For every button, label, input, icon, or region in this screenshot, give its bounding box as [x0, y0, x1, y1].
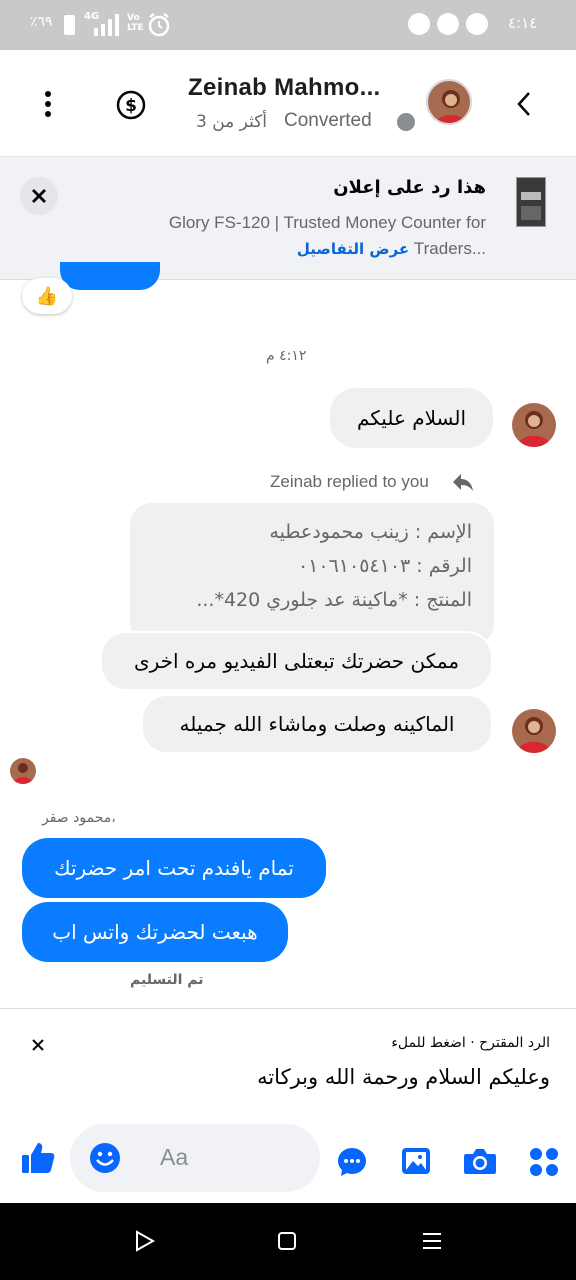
sender-name: محمود صقر، [42, 810, 116, 826]
message-text: تمام يافندم تحت امر حضرتك [54, 856, 294, 880]
ad-reply-title: هذا رد على إعلان [333, 177, 486, 198]
message-bubble[interactable]: الماكينه وصلت وماشاء الله جميله [141, 694, 493, 754]
input-placeholder: Aa [160, 1144, 189, 1170]
sender-avatar[interactable] [512, 403, 556, 447]
svg-text:$: $ [125, 96, 137, 116]
message-timestamp: ٤:١٢ م [266, 348, 307, 364]
nav-home-button[interactable] [277, 1231, 297, 1251]
contact-avatar[interactable] [426, 79, 472, 125]
more-actions-button[interactable] [528, 1146, 560, 1178]
suggestion-text[interactable]: وعليكم السلام ورحمة الله وبركاته [257, 1065, 550, 1089]
message-text: السلام عليكم [356, 406, 467, 430]
chevron-left-icon [517, 92, 530, 116]
message-composer: Aa [0, 1108, 576, 1203]
system-navigation-bar [0, 1203, 576, 1280]
status-bar: ٪٦٩ 4G Vo LTE ٤:١٤ [0, 0, 576, 50]
close-banner-button[interactable] [20, 177, 58, 215]
status-dot [397, 113, 415, 131]
suggestion-label: الرد المقترح · اضغط للملء [391, 1035, 550, 1051]
messenger-notification-icon [408, 13, 430, 35]
thumbs-up-icon [22, 1143, 55, 1173]
more-options-button[interactable] [36, 90, 60, 118]
close-icon [32, 1039, 44, 1051]
play-icon [136, 1230, 156, 1252]
ad-thumbnail[interactable] [516, 177, 546, 227]
volte-indicator: Vo LTE [127, 13, 144, 33]
message-bubble[interactable]: السلام عليكم [330, 388, 493, 448]
reply-arrow-icon [453, 474, 473, 491]
message-text: هبعت لحضرتك واتس اب [52, 920, 258, 944]
read-receipt-avatar [10, 758, 36, 784]
suggested-reply[interactable]: الرد المقترح · اضغط للملء وعليكم السلام … [0, 1008, 576, 1108]
conversation-header: $ Zeinab Mahmo... أكثر من 3 Converted [0, 50, 576, 156]
previous-message-bubble[interactable] [60, 262, 160, 290]
emoji-button[interactable] [89, 1142, 121, 1174]
view-details-link[interactable]: عرض التفاصيل [297, 240, 409, 258]
more-vertical-icon [45, 91, 51, 117]
sender-avatar[interactable] [512, 709, 556, 753]
close-icon [32, 189, 46, 203]
quote-line: الإسم : زينب محمودعطيه [269, 521, 472, 543]
label-status: Converted [284, 110, 372, 131]
ad-product-title: Glory FS-120 | Trusted Money Counter for [168, 213, 486, 232]
battery-percent: ٪٦٩ [30, 14, 53, 30]
quote-line: الرقم : ٠١٠٦١٠٥٤١٠٣ [297, 555, 472, 577]
nav-recents-button[interactable] [422, 1231, 442, 1251]
camera-button[interactable] [462, 1146, 498, 1176]
contact-name[interactable]: Zeinab Mahmo... [188, 74, 381, 102]
dismiss-suggestion-button[interactable] [30, 1037, 46, 1053]
message-text: ممكن حضرتك تبعتلى الفيديو مره اخرى [133, 649, 460, 673]
message-text: الماكينه وصلت وماشاء الله جميله [179, 712, 455, 736]
payment-button[interactable]: $ [116, 90, 146, 120]
ad-product-title-end: Traders... [413, 239, 486, 258]
back-button[interactable] [512, 90, 536, 118]
quoted-message[interactable]: الإسم : زينب محمودعطيه الرقم : ٠١٠٦١٠٥٤١… [130, 503, 494, 645]
alarm-icon [148, 13, 170, 37]
clock: ٤:١٤ [508, 14, 538, 32]
quote-line: المنتج : *ماكينة عد جلوري 420*... [196, 589, 472, 611]
outgoing-message-bubble[interactable]: تمام يافندم تحت امر حضرتك [22, 838, 326, 898]
smiley-icon [90, 1143, 120, 1173]
thumbs-up-reaction: 👍 [35, 285, 59, 307]
dollar-circle-icon: $ [116, 90, 146, 120]
gallery-button[interactable] [400, 1146, 432, 1176]
label-count: أكثر من 3 [196, 112, 268, 132]
ad-product-title-cont: عرض التفاصيل Traders... [297, 239, 486, 259]
camera-icon [464, 1149, 496, 1174]
like-button[interactable] [20, 1140, 56, 1176]
message-bubble[interactable]: ممكن حضرتك تبعتلى الفيديو مره اخرى [100, 631, 493, 691]
chat-options-button[interactable] [336, 1146, 368, 1178]
image-icon [402, 1148, 430, 1174]
outgoing-message-bubble[interactable]: هبعت لحضرتك واتس اب [22, 902, 288, 962]
signal-icon [94, 14, 119, 36]
chat-bubble-icon [338, 1148, 366, 1176]
battery-icon [64, 15, 75, 35]
grid-icon [530, 1148, 558, 1176]
delivered-status: تم التسليم [130, 972, 204, 988]
replied-to-label: Zeinab replied to you [270, 472, 429, 491]
messenger-notification-icon [437, 13, 459, 35]
whatsapp-notification-icon [466, 13, 488, 35]
reaction-badge[interactable]: 👍 [22, 278, 72, 314]
nav-back-button[interactable] [134, 1230, 156, 1252]
square-icon [278, 1232, 296, 1250]
menu-icon [423, 1233, 441, 1249]
